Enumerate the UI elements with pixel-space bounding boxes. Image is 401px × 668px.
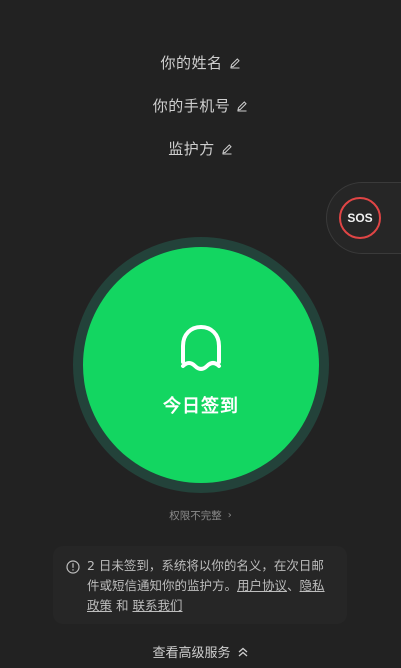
contact-us-link[interactable]: 联系我们 [132, 598, 182, 613]
guardian-field[interactable]: 监护方 [0, 138, 401, 159]
phone-field[interactable]: 你的手机号 [0, 95, 401, 116]
notice-card: 2 日未签到，系统将以你的名义，在次日邮件或短信通知你的监护方。用户协议、隐私政… [53, 546, 347, 624]
ghost-icon [173, 320, 229, 376]
notice-separator: 、 [287, 578, 300, 593]
pencil-icon [236, 100, 248, 112]
name-field[interactable]: 你的姓名 [0, 52, 401, 73]
chevron-right-icon: › [227, 510, 232, 521]
guardian-label: 监护方 [168, 140, 215, 158]
checkin-label: 今日签到 [163, 396, 239, 417]
sos-button[interactable]: SOS [339, 197, 381, 239]
permission-link[interactable]: 权限不完整 › [0, 508, 401, 523]
phone-label: 你的手机号 [152, 97, 231, 115]
pencil-icon [229, 57, 241, 69]
name-label: 你的姓名 [160, 54, 223, 72]
screen: 你的姓名 你的手机号 监护方 SOS 今日签到 权限不完整 › 2 日未签到，系… [0, 0, 401, 668]
notice-and: 和 [112, 598, 133, 613]
permission-label: 权限不完整 [169, 510, 222, 522]
info-icon [66, 560, 80, 574]
double-chevron-up-icon [237, 646, 249, 658]
pencil-icon [221, 143, 233, 155]
more-services-button[interactable]: 查看高级服务 [0, 642, 401, 661]
more-services-label: 查看高级服务 [152, 646, 231, 661]
user-agreement-link[interactable]: 用户协议 [237, 578, 287, 593]
checkin-button[interactable]: 今日签到 [83, 247, 319, 483]
